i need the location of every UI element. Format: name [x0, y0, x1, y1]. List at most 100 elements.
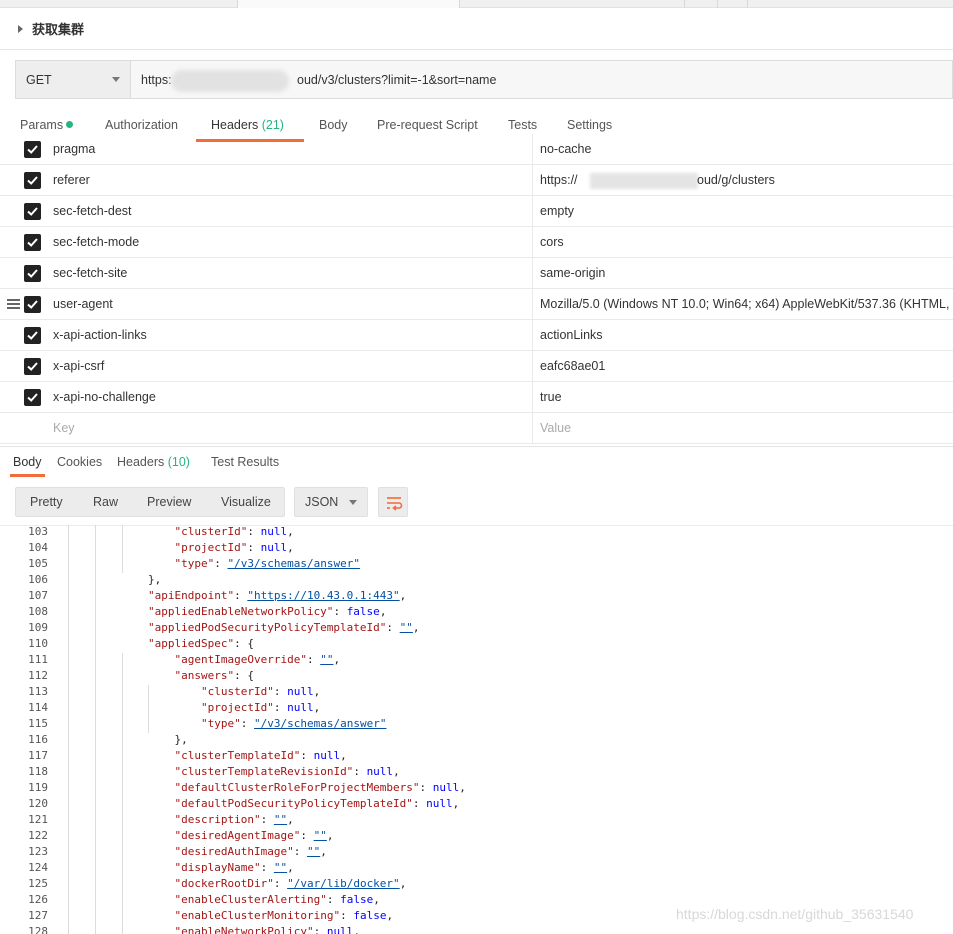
header-key[interactable]: sec-fetch-dest [53, 204, 132, 218]
token-n: null [260, 525, 288, 538]
indent-guide [68, 621, 69, 637]
view-preview-button[interactable]: Preview [147, 495, 191, 509]
line-number: 119 [28, 781, 48, 794]
header-enabled-checkbox[interactable] [24, 141, 41, 158]
header-key[interactable]: sec-fetch-site [53, 266, 127, 280]
column-divider [532, 196, 533, 226]
column-divider [532, 320, 533, 350]
header-key[interactable]: pragma [53, 142, 95, 156]
code-line: 104 "projectId": null, [0, 541, 953, 557]
token-k: "clusterTemplateId" [174, 749, 301, 762]
code-line: 113 "clusterId": null, [0, 685, 953, 701]
indent-guide [95, 589, 96, 605]
token-p: : [260, 861, 274, 874]
redacted-blur [171, 70, 289, 92]
header-value[interactable]: same-origin [540, 266, 953, 280]
tab-strip-segment[interactable] [460, 0, 685, 8]
tab-headers[interactable]: Headers (21) [211, 118, 284, 132]
code-text: "projectId": null, [201, 701, 320, 714]
header-value[interactable]: empty [540, 204, 953, 218]
drag-handle-icon[interactable] [7, 299, 20, 309]
header-enabled-checkbox[interactable] [24, 172, 41, 189]
indent-guide [68, 525, 69, 541]
indent-guide [122, 765, 123, 781]
indent-guide [68, 589, 69, 605]
wrap-lines-button[interactable] [378, 487, 408, 517]
indent-guide [148, 685, 149, 701]
header-enabled-checkbox[interactable] [24, 296, 41, 313]
header-enabled-checkbox[interactable] [24, 203, 41, 220]
tab-pre-request-script[interactable]: Pre-request Script [377, 118, 478, 132]
tab-tests[interactable]: Tests [508, 118, 537, 132]
token-s: "/v3/schemas/answer" [254, 717, 387, 730]
response-tab-test-results[interactable]: Test Results [211, 455, 279, 469]
token-k: "apiEndpoint" [148, 589, 235, 602]
method-select[interactable]: GET [16, 61, 131, 98]
code-line: 125 "dockerRootDir": "/var/lib/docker", [0, 877, 953, 893]
token-p: , [326, 829, 334, 842]
column-divider [532, 289, 533, 319]
header-key[interactable]: x-api-action-links [53, 328, 147, 342]
token-p: , [287, 861, 294, 874]
line-number: 115 [28, 717, 48, 730]
tab-strip-segment[interactable] [0, 0, 238, 8]
header-enabled-checkbox[interactable] [24, 234, 41, 251]
token-n: false [346, 605, 380, 618]
view-mode-group: Pretty Raw Preview Visualize [15, 487, 285, 517]
new-header-value-input[interactable]: Value [540, 421, 953, 435]
header-enabled-checkbox[interactable] [24, 265, 41, 282]
method-label: GET [26, 72, 52, 87]
request-title[interactable]: 获取集群 [32, 19, 84, 38]
response-tab-headers[interactable]: Headers (10) [117, 455, 190, 469]
header-key[interactable]: x-api-csrf [53, 359, 104, 373]
token-k: "clusterId" [174, 525, 248, 538]
url-suffix: oud/v3/clusters?limit=-1&sort=name [297, 72, 497, 87]
view-pretty-button[interactable]: Pretty [30, 495, 63, 509]
format-select[interactable]: JSON [294, 487, 368, 517]
tab-strip-segment[interactable] [718, 0, 748, 8]
header-value[interactable]: true [540, 390, 953, 404]
tab-settings[interactable]: Settings [567, 118, 612, 132]
header-value[interactable]: eafc68ae01 [540, 359, 953, 373]
token-p: , [287, 541, 294, 554]
indent-guide [68, 765, 69, 781]
response-tab-cookies[interactable]: Cookies [57, 455, 102, 469]
expand-caret-icon[interactable] [18, 24, 23, 33]
indent-guide [122, 653, 123, 669]
header-key[interactable]: sec-fetch-mode [53, 235, 139, 249]
line-number: 127 [28, 909, 48, 922]
header-value[interactable]: cors [540, 235, 953, 249]
tab-authorization[interactable]: Authorization [105, 118, 178, 132]
url-input[interactable]: https: oud/v3/clusters?limit=-1&sort=nam… [131, 61, 952, 98]
tab-strip-segment-active[interactable] [238, 0, 460, 8]
header-key[interactable]: x-api-no-challenge [53, 390, 156, 404]
indent-guide [68, 669, 69, 685]
tab-body[interactable]: Body [319, 118, 348, 132]
header-value[interactable]: actionLinks [540, 328, 953, 342]
line-number: 122 [28, 829, 48, 842]
code-text: "enableClusterAlerting": false, [175, 893, 380, 906]
header-value-suffix: oud/g/clusters [697, 173, 775, 187]
view-visualize-button[interactable]: Visualize [221, 495, 271, 509]
tab-strip-segment[interactable] [685, 0, 718, 8]
header-value[interactable]: no-cache [540, 142, 953, 156]
code-text: "answers": { [175, 669, 254, 682]
tab-params[interactable]: Params [20, 118, 74, 132]
header-enabled-checkbox[interactable] [24, 327, 41, 344]
header-enabled-checkbox[interactable] [24, 389, 41, 406]
indent-guide [95, 925, 96, 934]
response-tab-body[interactable]: Body [13, 455, 42, 469]
token-k: "enableClusterMonitoring" [174, 909, 341, 922]
code-line: 110 "appliedSpec": { [0, 637, 953, 653]
indent-guide [95, 765, 96, 781]
header-enabled-checkbox[interactable] [24, 358, 41, 375]
header-key[interactable]: referer [53, 173, 90, 187]
view-raw-button[interactable]: Raw [93, 495, 118, 509]
code-line: 108 "appliedEnableNetworkPolicy": false, [0, 605, 953, 621]
header-value[interactable]: Mozilla/5.0 (Windows NT 10.0; Win64; x64… [540, 297, 953, 311]
header-key[interactable]: user-agent [53, 297, 113, 311]
response-body-editor[interactable]: 103 "clusterId": null, 104 "projectId": nul… [0, 523, 953, 934]
new-header-key-input[interactable]: Key [53, 421, 75, 435]
line-number: 118 [28, 765, 48, 778]
url-bar: GET https: oud/v3/clusters?limit=-1&sort… [15, 60, 953, 99]
